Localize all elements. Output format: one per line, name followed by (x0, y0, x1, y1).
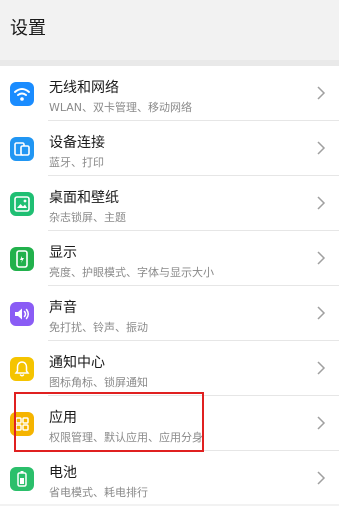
settings-item-subtitle: 蓝牙、打印 (49, 156, 104, 169)
settings-item-wireless[interactable]: 无线和网络 WLAN、双卡管理、移动网络 (0, 66, 339, 121)
settings-item-label: 声音 (49, 300, 77, 316)
settings-item-subtitle: 权限管理、默认应用、应用分身 (49, 431, 203, 444)
settings-item-sound[interactable]: 声音 免打扰、铃声、振动 (0, 286, 339, 341)
settings-list: 无线和网络 WLAN、双卡管理、移动网络 设备连接 蓝牙、打印 桌面和壁纸 杂志… (0, 66, 339, 504)
settings-item-subtitle: 免打扰、铃声、振动 (49, 321, 148, 334)
settings-item-label: 桌面和壁纸 (49, 190, 119, 206)
wallpaper-icon (10, 192, 34, 216)
chevron-right-icon (317, 196, 326, 210)
sound-icon (10, 302, 34, 326)
settings-item-label: 无线和网络 (49, 80, 119, 96)
chevron-right-icon (317, 306, 326, 320)
chevron-right-icon (317, 141, 326, 155)
settings-item-subtitle: 杂志锁屏、主题 (49, 211, 126, 224)
display-icon (10, 247, 34, 271)
settings-item-device-connection[interactable]: 设备连接 蓝牙、打印 (0, 121, 339, 176)
chevron-right-icon (317, 361, 326, 375)
chevron-right-icon (317, 251, 326, 265)
device-connection-icon (10, 137, 34, 161)
settings-item-subtitle: 省电模式、耗电排行 (49, 486, 148, 499)
apps-icon (10, 412, 34, 436)
settings-item-label: 设备连接 (49, 135, 105, 151)
settings-item-subtitle: 亮度、护眼模式、字体与显示大小 (49, 266, 214, 279)
settings-item-apps[interactable]: 应用 权限管理、默认应用、应用分身 (0, 396, 339, 451)
chevron-right-icon (317, 471, 326, 485)
settings-item-label: 显示 (49, 245, 77, 261)
page-title: 设置 (10, 18, 46, 39)
chevron-right-icon (317, 416, 326, 430)
battery-icon (10, 467, 34, 491)
settings-item-subtitle: WLAN、双卡管理、移动网络 (49, 101, 193, 114)
settings-item-notification[interactable]: 通知中心 图标角标、锁屏通知 (0, 341, 339, 396)
wifi-icon (10, 82, 34, 106)
bell-icon (10, 357, 34, 381)
settings-item-label: 应用 (49, 410, 77, 426)
settings-item-display[interactable]: 显示 亮度、护眼模式、字体与显示大小 (0, 231, 339, 286)
settings-item-wallpaper[interactable]: 桌面和壁纸 杂志锁屏、主题 (0, 176, 339, 231)
settings-item-label: 通知中心 (49, 355, 105, 371)
header: 设置 (0, 0, 339, 60)
settings-item-battery[interactable]: 电池 省电模式、耗电排行 (0, 451, 339, 506)
settings-item-subtitle: 图标角标、锁屏通知 (49, 376, 148, 389)
settings-item-label: 电池 (49, 465, 77, 481)
chevron-right-icon (317, 86, 326, 100)
